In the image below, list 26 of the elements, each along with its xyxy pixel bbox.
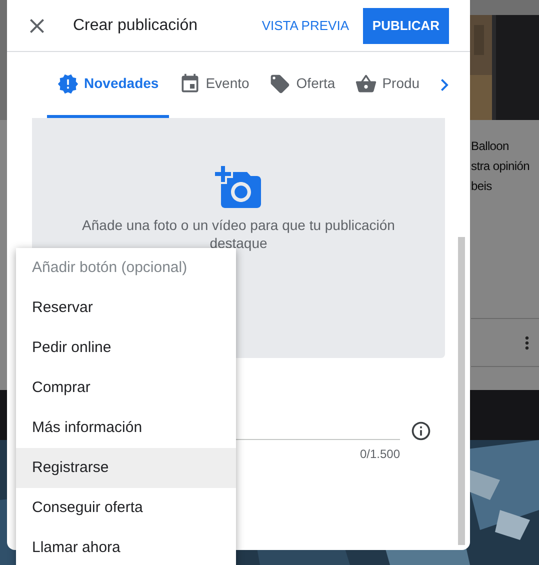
info-icon[interactable] <box>410 420 432 442</box>
menu-item[interactable]: Pedir online <box>16 328 236 368</box>
scrollbar-thumb[interactable] <box>458 237 465 545</box>
badge-alert-icon <box>57 72 79 94</box>
tag-icon <box>269 72 292 94</box>
card-text: beis <box>471 178 493 195</box>
dialog-title: Crear publicación <box>73 16 198 36</box>
card-text: stra opinión <box>471 158 530 175</box>
menu-item[interactable]: Llamar ahora <box>16 528 236 565</box>
basket-icon <box>355 72 378 94</box>
menu-header: Añadir botón (opcional) <box>32 258 188 278</box>
menu-item[interactable]: Comprar <box>16 368 236 408</box>
photo-prompt: Añade una foto o un vídeo para que tu publicación destaque <box>81 216 396 252</box>
menu-item[interactable]: Reservar <box>16 288 236 328</box>
tab[interactable]: Produ <box>345 52 430 118</box>
menu-item[interactable]: Registrarse <box>16 448 236 488</box>
tab[interactable]: Oferta <box>259 52 346 118</box>
menu-item[interactable]: Más información <box>16 408 236 448</box>
preview-button[interactable]: VISTA PREVIA <box>254 8 357 44</box>
chevron-right-icon <box>441 79 449 91</box>
tab[interactable]: Evento <box>168 52 260 118</box>
character-counter: 0/1.500 <box>360 446 400 463</box>
card-text: Balloon <box>471 138 510 155</box>
menu-item[interactable]: Conseguir oferta <box>16 488 236 528</box>
calendar-icon <box>178 72 201 94</box>
publish-button[interactable]: PUBLICAR <box>363 8 449 44</box>
